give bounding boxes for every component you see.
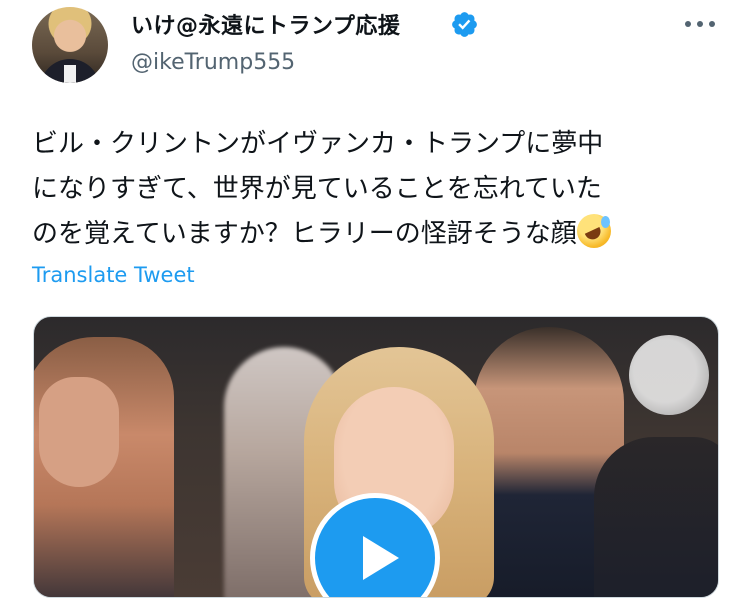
more-options-icon[interactable] (683, 16, 717, 32)
display-name[interactable]: いけ@永遠にトランプ応援 (131, 8, 400, 40)
video-thumbnail[interactable] (33, 316, 719, 598)
avatar[interactable] (32, 7, 108, 83)
watermark-logo-icon (629, 335, 709, 415)
tweet-text-line: になりすぎて、世界が見ていることを忘れていた (32, 174, 602, 204)
person-far-right (594, 437, 718, 597)
avatar-shirt (64, 65, 76, 83)
laughing-emoji-icon (576, 214, 611, 248)
user-handle[interactable]: @ikeTrump555 (131, 50, 295, 75)
tweet-text-line: のを覚えていますか？ヒラリーの怪訝そうな顔 (32, 212, 722, 257)
verified-badge-icon (452, 12, 477, 37)
tweet-text: ビル・クリントンがイヴァンカ・トランプに夢中 になりすぎて、世界が見ていることを… (32, 122, 722, 257)
person-left-face (39, 377, 119, 487)
tweet-text-line: ビル・クリントンがイヴァンカ・トランプに夢中 (32, 129, 604, 159)
translate-tweet-link[interactable]: Translate Tweet (32, 263, 195, 287)
